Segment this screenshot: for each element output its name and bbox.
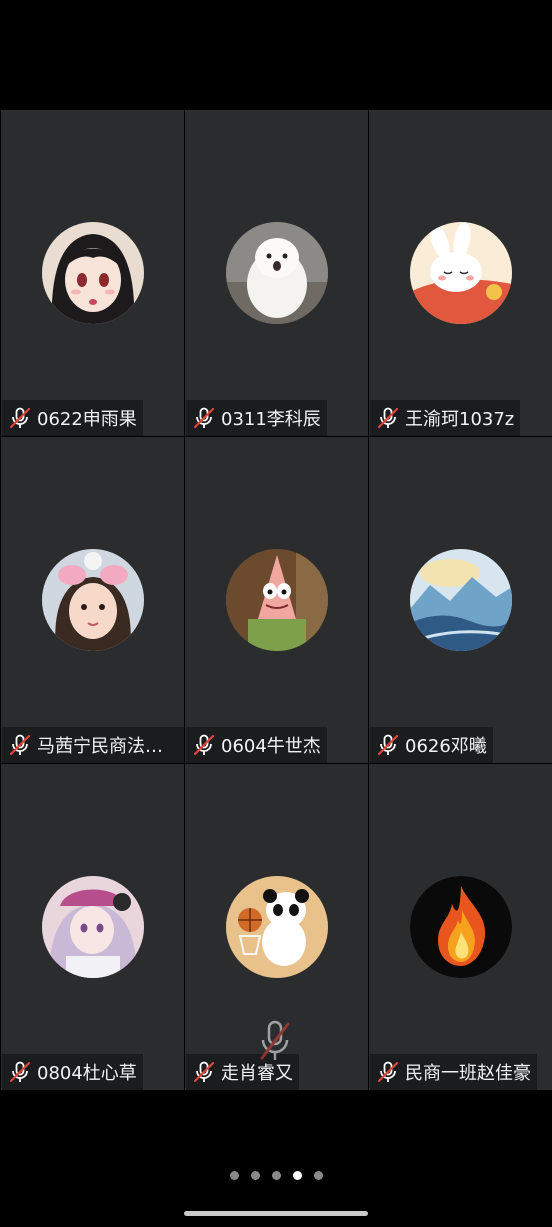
avatar <box>409 222 512 324</box>
mic-off-icon <box>376 733 400 757</box>
little-girl-avatar <box>41 549 144 651</box>
mic-off-icon <box>192 406 216 430</box>
avatar <box>409 876 512 978</box>
participant-name: 0604牛世杰 <box>221 736 321 757</box>
anime-girl-avatar <box>41 222 144 324</box>
participant-tile[interactable]: 0311李科辰 <box>185 110 368 436</box>
participant-name-tag: 马茜宁民商法学… <box>2 727 184 763</box>
mic-off-icon <box>192 1060 216 1084</box>
participant-name: 民商一班赵佳豪 <box>405 1063 531 1084</box>
page-dot-active[interactable] <box>292 1170 302 1180</box>
home-indicator[interactable] <box>184 1211 368 1216</box>
participant-tile[interactable]: 王渝珂1037z <box>369 110 552 436</box>
avatar <box>225 222 328 324</box>
avatar <box>41 549 144 651</box>
participant-name: 王渝珂1037z <box>405 409 515 430</box>
avatar <box>225 549 328 651</box>
page-dot[interactable] <box>271 1170 281 1180</box>
mic-off-icon[interactable] <box>258 1020 292 1066</box>
panda-basketball-avatar <box>225 876 328 978</box>
mic-off-icon <box>8 1060 32 1084</box>
participant-name: 0804杜心草 <box>37 1063 137 1084</box>
sleeping-bunny-avatar <box>409 222 512 324</box>
participant-tile[interactable]: 0626邓曦 <box>369 437 552 763</box>
avatar <box>41 876 144 978</box>
mic-off-icon <box>376 1060 400 1084</box>
participant-tile[interactable]: 0804杜心草 <box>1 764 184 1090</box>
mic-off-icon <box>376 406 400 430</box>
participant-name: 0622申雨果 <box>37 409 137 430</box>
page-dot[interactable] <box>229 1170 239 1180</box>
mic-off-icon <box>192 733 216 757</box>
participant-name: 0311李科辰 <box>221 409 321 430</box>
page-dot[interactable] <box>250 1170 260 1180</box>
participant-name-tag: 0804杜心草 <box>2 1054 143 1090</box>
page-indicator[interactable] <box>0 1168 552 1182</box>
page-dot[interactable] <box>313 1170 323 1180</box>
mic-off-icon <box>8 733 32 757</box>
white-dog-avatar <box>225 222 328 324</box>
participant-name-tag: 王渝珂1037z <box>370 400 521 436</box>
participant-name-tag: 民商一班赵佳豪 <box>370 1054 537 1090</box>
participant-tile[interactable]: 0622申雨果 <box>1 110 184 436</box>
participant-name: 马茜宁民商法学… <box>37 736 178 757</box>
participant-name-tag: 0622申雨果 <box>2 400 143 436</box>
avatar <box>225 876 328 978</box>
participant-name-tag: 0604牛世杰 <box>186 727 327 763</box>
patrick-star-avatar <box>225 549 328 651</box>
anime-baseball-girl-avatar <box>41 876 144 978</box>
mic-off-icon <box>8 406 32 430</box>
participant-tile[interactable]: 0604牛世杰 <box>185 437 368 763</box>
avatar <box>409 549 512 651</box>
participant-name-tag: 0626邓曦 <box>370 727 493 763</box>
participant-grid: 0622申雨果 0311李科辰 王渝珂1037z 马茜宁民商法学… 0604牛世… <box>0 110 552 1092</box>
avatar <box>41 222 144 324</box>
participant-tile[interactable]: 民商一班赵佳豪 <box>369 764 552 1090</box>
participant-tile[interactable]: 马茜宁民商法学… <box>1 437 184 763</box>
landscape-painting-avatar <box>409 549 512 651</box>
participant-name-tag: 0311李科辰 <box>186 400 327 436</box>
participant-name: 0626邓曦 <box>405 736 487 757</box>
flame-avatar <box>409 876 512 978</box>
